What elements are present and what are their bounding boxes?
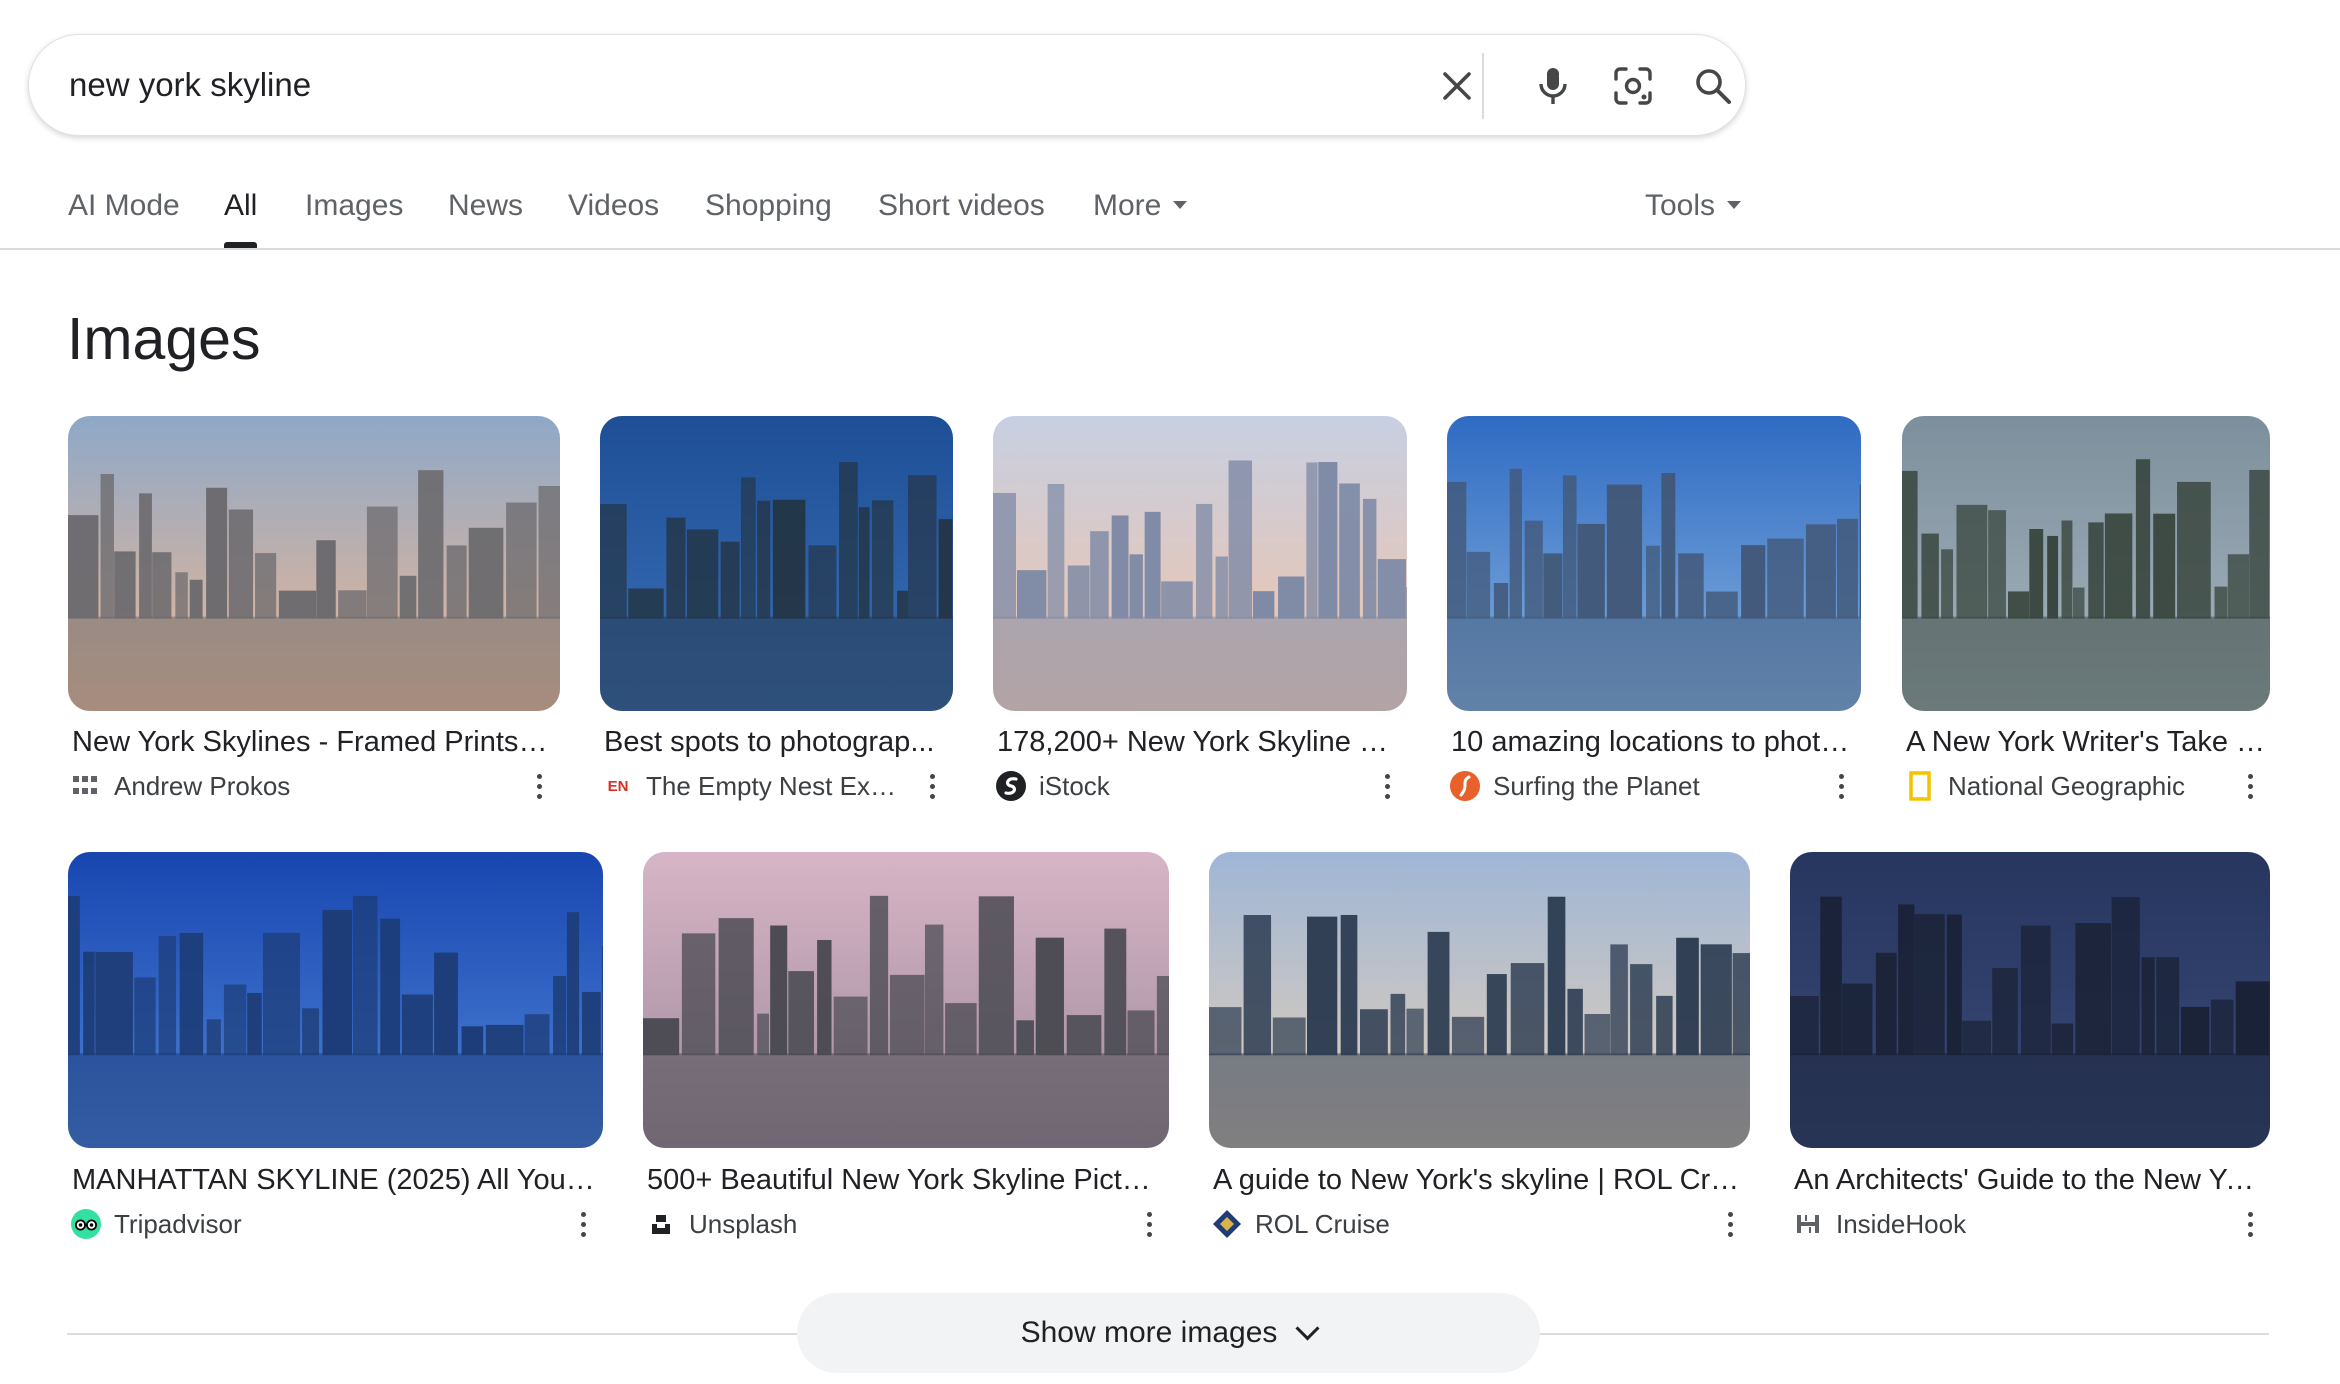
unsplash-favicon-icon xyxy=(645,1208,677,1240)
tools-button[interactable]: Tools xyxy=(1645,180,1742,250)
more-options-icon[interactable] xyxy=(2238,1204,2262,1244)
tripadvisor-favicon-icon xyxy=(70,1208,102,1240)
image-thumbnail[interactable] xyxy=(600,416,953,711)
camera-icon[interactable] xyxy=(1609,62,1657,110)
image-title[interactable]: An Architects' Guide to the New Yor... xyxy=(1794,1164,2266,1197)
image-title[interactable]: New York Skylines - Framed Prints + ... xyxy=(72,726,552,759)
image-title[interactable]: A New York Writer's Take o... xyxy=(1906,726,2266,759)
image-source[interactable]: Unsplash xyxy=(643,1204,797,1244)
image-result[interactable]: MANHATTAN SKYLINE (2025) All You Sh... T… xyxy=(68,852,603,1242)
istock-favicon-icon xyxy=(995,770,1027,802)
rol-cruise-favicon-icon xyxy=(1211,1208,1243,1240)
tab-images[interactable]: Images xyxy=(305,180,403,250)
search-input[interactable] xyxy=(69,35,1349,135)
more-options-icon[interactable] xyxy=(571,1204,595,1244)
image-title[interactable]: 10 amazing locations to photo... xyxy=(1451,726,1857,759)
image-source[interactable]: iStock xyxy=(993,766,1110,806)
search-bar xyxy=(28,34,1746,136)
source-name: Unsplash xyxy=(689,1208,798,1239)
surfing-the-planet-favicon-icon xyxy=(1449,770,1481,802)
image-source[interactable]: Tripadvisor xyxy=(68,1204,242,1244)
more-options-icon[interactable] xyxy=(1718,1204,1742,1244)
source-name: InsideHook xyxy=(1836,1208,1967,1239)
source-name: National Geographic xyxy=(1948,770,2186,801)
search-icon[interactable] xyxy=(1689,62,1737,110)
tab-more-label: More xyxy=(1093,189,1162,222)
more-options-icon[interactable] xyxy=(1137,1204,1161,1244)
image-thumbnail[interactable] xyxy=(1447,416,1861,711)
image-result[interactable]: 10 amazing locations to photo... Surfing… xyxy=(1447,416,1861,806)
image-result[interactable]: Best spots to photograp... EN The Empty … xyxy=(600,416,953,806)
image-result[interactable]: A guide to New York's skyline | ROL Crui… xyxy=(1209,852,1750,1242)
empty-nest-favicon-icon: EN xyxy=(607,777,629,795)
close-icon[interactable] xyxy=(1433,62,1481,110)
image-thumbnail[interactable] xyxy=(68,852,603,1148)
source-name: Surfing the Planet xyxy=(1493,770,1700,801)
insidehook-favicon-icon xyxy=(1792,1208,1824,1240)
more-options-icon[interactable] xyxy=(1829,766,1853,806)
images-heading: Images xyxy=(67,306,261,372)
chevron-down-icon xyxy=(1295,1315,1320,1341)
image-thumbnail[interactable] xyxy=(993,416,1407,711)
image-result[interactable]: 500+ Beautiful New York Skyline Pictur..… xyxy=(643,852,1169,1242)
tab-more[interactable]: More xyxy=(1093,180,1188,250)
image-thumbnail[interactable] xyxy=(1209,852,1750,1148)
source-name: Andrew Prokos xyxy=(114,770,291,801)
tab-ai-mode[interactable]: AI Mode xyxy=(68,180,180,250)
image-result[interactable]: 178,200+ New York Skyline Sto... iStock xyxy=(993,416,1407,806)
image-thumbnail[interactable] xyxy=(1790,852,2270,1148)
more-options-icon[interactable] xyxy=(2238,766,2262,806)
more-options-icon[interactable] xyxy=(1375,766,1399,806)
source-name: Tripadvisor xyxy=(114,1208,242,1239)
image-source[interactable]: National Geographic xyxy=(1902,766,2185,806)
national-geographic-favicon-icon xyxy=(1904,770,1936,802)
search-tabs: AI Mode All Images News Videos Shopping … xyxy=(0,180,2340,250)
caret-down-icon xyxy=(1727,201,1742,210)
caret-down-icon xyxy=(1173,201,1188,210)
image-result[interactable]: An Architects' Guide to the New Yor... I… xyxy=(1790,852,2270,1242)
microphone-icon[interactable] xyxy=(1529,62,1577,110)
more-options-icon[interactable] xyxy=(920,766,944,806)
show-more-images-button[interactable]: Show more images xyxy=(797,1293,1540,1373)
image-source[interactable]: Surfing the Planet xyxy=(1447,766,1700,806)
image-result[interactable]: A New York Writer's Take o... National G… xyxy=(1902,416,2270,806)
source-name: iStock xyxy=(1039,770,1110,801)
image-thumbnail[interactable] xyxy=(1902,416,2270,711)
image-thumbnail[interactable] xyxy=(643,852,1169,1148)
image-source[interactable]: Andrew Prokos xyxy=(68,766,290,806)
image-source[interactable]: ROL Cruise xyxy=(1209,1204,1390,1244)
image-title[interactable]: 500+ Beautiful New York Skyline Pictur..… xyxy=(647,1164,1165,1197)
tools-label: Tools xyxy=(1645,189,1716,222)
show-more-label: Show more images xyxy=(1020,1316,1278,1349)
andrew-prokos-favicon-icon xyxy=(70,770,102,802)
image-title[interactable]: MANHATTAN SKYLINE (2025) All You Sh... xyxy=(72,1164,599,1197)
tab-short-videos[interactable]: Short videos xyxy=(878,180,1045,250)
image-thumbnail[interactable] xyxy=(68,416,560,711)
source-name: The Empty Nest Expl... xyxy=(646,770,901,801)
image-source[interactable]: InsideHook xyxy=(1790,1204,1966,1244)
source-name: ROL Cruise xyxy=(1255,1208,1390,1239)
tab-videos[interactable]: Videos xyxy=(568,180,659,250)
more-options-icon[interactable] xyxy=(527,766,551,806)
tab-all[interactable]: All xyxy=(224,180,258,250)
image-title[interactable]: 178,200+ New York Skyline Sto... xyxy=(997,726,1403,759)
tabs-divider xyxy=(0,248,2340,250)
image-title[interactable]: A guide to New York's skyline | ROL Crui… xyxy=(1213,1164,1746,1197)
image-result[interactable]: New York Skylines - Framed Prints + ... … xyxy=(68,416,560,806)
image-source[interactable]: EN The Empty Nest Expl... xyxy=(600,766,901,806)
tab-news[interactable]: News xyxy=(448,180,523,250)
search-divider xyxy=(1482,53,1484,119)
image-title[interactable]: Best spots to photograp... xyxy=(604,726,949,759)
tab-shopping[interactable]: Shopping xyxy=(705,180,832,250)
